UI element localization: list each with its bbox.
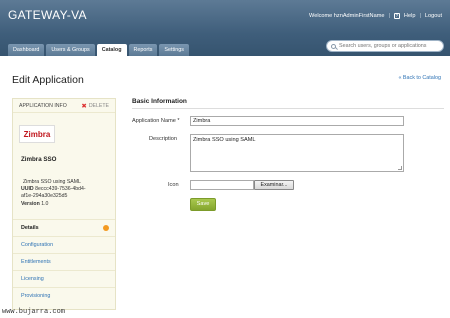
version-line: Version 1.0 bbox=[21, 201, 113, 208]
application-info-panel: APPLICATION INFO ✖ DELETE Zimbra Zimbra … bbox=[12, 98, 116, 310]
nav-licensing[interactable]: Licensing bbox=[13, 270, 115, 287]
top-header: GATEWAY-VA Welcome hznAdminFirstName | ?… bbox=[0, 0, 450, 56]
uuid-label: UUID bbox=[21, 186, 34, 193]
description-field[interactable]: Zimbra SSO using SAML bbox=[190, 134, 404, 172]
app-name-field[interactable]: Zimbra bbox=[190, 116, 404, 126]
user-area: Welcome hznAdminFirstName | ? Help | Log… bbox=[309, 13, 442, 19]
tab-users-groups[interactable]: Users & Groups bbox=[46, 44, 95, 56]
nav-entitlements[interactable]: Entitlements bbox=[13, 253, 115, 270]
page-title: Edit Application bbox=[12, 74, 84, 86]
nav-details-label: Details bbox=[21, 225, 39, 231]
brand-title: GATEWAY-VA bbox=[8, 8, 87, 22]
back-to-catalog-link[interactable]: « Back to Catalog bbox=[398, 75, 441, 81]
panel-header: APPLICATION INFO ✖ DELETE bbox=[13, 99, 115, 113]
help-icon[interactable]: ? bbox=[393, 13, 400, 19]
app-logo: Zimbra bbox=[19, 125, 55, 143]
app-nav: Details Configuration Entitlements Licen… bbox=[13, 219, 115, 304]
search-icon bbox=[331, 43, 336, 49]
help-link[interactable]: Help bbox=[404, 13, 416, 19]
logout-link[interactable]: Logout bbox=[425, 13, 442, 19]
tab-dashboard[interactable]: Dashboard bbox=[8, 44, 45, 56]
app-description: Zimbra SSO using SAML bbox=[23, 179, 81, 185]
section-title: Basic Information bbox=[132, 98, 187, 105]
main-tabs: Dashboard Users & Groups Catalog Reports… bbox=[8, 44, 189, 56]
uuid-line: UUID 8eccc439-7536-4bd4- bbox=[21, 186, 113, 193]
section-divider bbox=[132, 108, 444, 109]
icon-file-field[interactable] bbox=[190, 180, 254, 190]
version-label: Version bbox=[21, 200, 40, 207]
application-info-label: APPLICATION INFO bbox=[19, 102, 67, 109]
tab-reports[interactable]: Reports bbox=[128, 44, 158, 56]
resize-handle-icon[interactable] bbox=[398, 166, 402, 170]
welcome-text: Welcome hznAdminFirstName bbox=[309, 13, 385, 19]
separator: | bbox=[388, 13, 390, 19]
save-button[interactable]: Save bbox=[190, 198, 216, 211]
tab-catalog[interactable]: Catalog bbox=[96, 44, 127, 56]
icon-label: Icon bbox=[168, 182, 179, 188]
uuid-value-2: af1e-294a30e325d5 bbox=[21, 193, 68, 200]
delete-label: DELETE bbox=[88, 102, 109, 109]
active-indicator-icon bbox=[103, 225, 109, 231]
app-meta: Zimbra SSO using SAML UUID 8eccc439-7536… bbox=[21, 179, 113, 208]
description-label: Description bbox=[149, 136, 177, 142]
nav-provisioning[interactable]: Provisioning bbox=[13, 287, 115, 304]
search-input[interactable] bbox=[339, 43, 439, 49]
version-value: 1.0 bbox=[41, 200, 49, 207]
browse-button[interactable]: Examinar... bbox=[254, 180, 294, 190]
nav-configuration[interactable]: Configuration bbox=[13, 236, 115, 253]
logo-text: Zimbra bbox=[23, 129, 51, 139]
separator: | bbox=[419, 13, 421, 19]
delete-button[interactable]: ✖ DELETE bbox=[81, 102, 109, 110]
tab-settings[interactable]: Settings bbox=[159, 44, 189, 56]
delete-icon: ✖ bbox=[81, 102, 87, 110]
search-box bbox=[326, 40, 444, 52]
app-name-label: Application Name * bbox=[132, 118, 180, 124]
app-name: Zimbra SSO bbox=[21, 156, 57, 163]
uuid-value-1: 8eccc439-7536-4bd4- bbox=[35, 186, 86, 193]
description-value: Zimbra SSO using SAML bbox=[193, 137, 256, 143]
nav-details[interactable]: Details bbox=[13, 219, 115, 236]
watermark-text: www.bujarra.com bbox=[2, 308, 66, 316]
